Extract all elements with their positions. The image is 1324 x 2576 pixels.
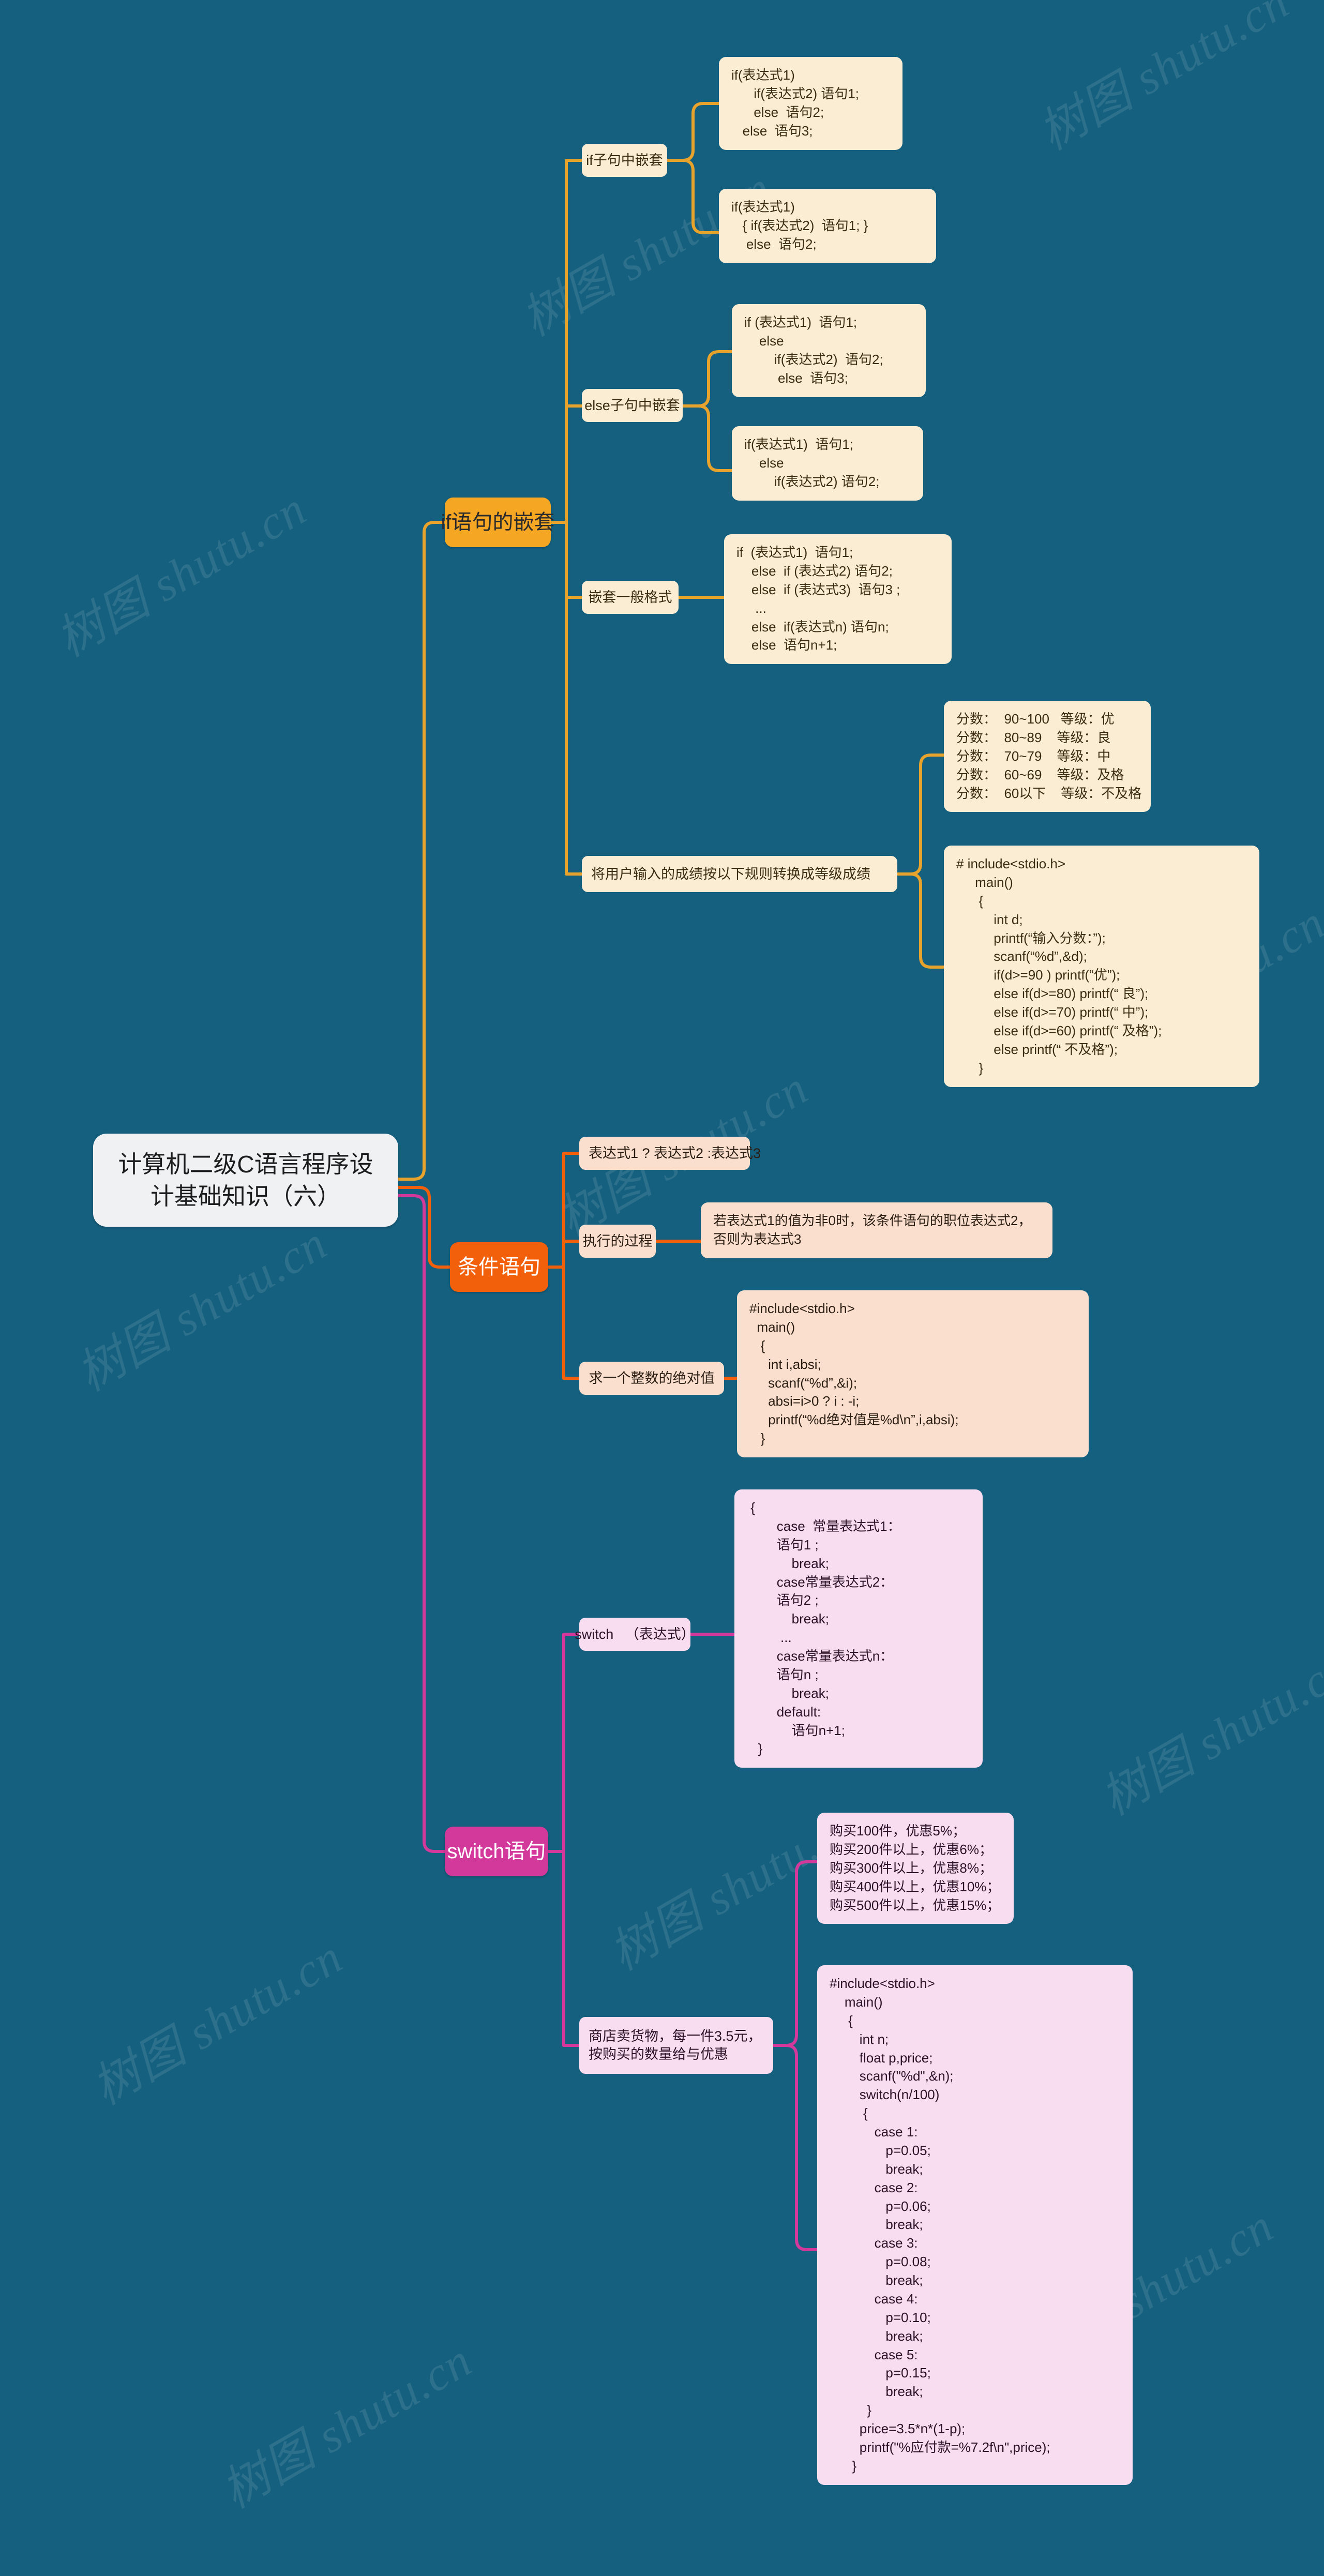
link-root-if [397, 521, 446, 1181]
leaf-discount-table-text: 购买100件，优惠5%； 购买200件以上，优惠6%； 购买300件以上，优惠8… [830, 1823, 1000, 1913]
link-elseclause-leaf2 [681, 404, 733, 472]
node-else-clause-nesting-label: else子句中嵌套 [584, 397, 680, 413]
branch-if-nesting[interactable]: if语句的嵌套 [441, 498, 555, 547]
node-cond-execution-process[interactable]: 执行的过程 [579, 1225, 656, 1258]
leaf-discount-code[interactable]: #include<stdio.h> main() { int n; float … [817, 1965, 1133, 2485]
node-switch-syntax-label: switch （表达式） [575, 1626, 695, 1642]
leaf-if-nest-code-2[interactable]: if(表达式1) { if(表达式2) 语句1; } else 语句2; [719, 189, 936, 263]
node-if-clause-nesting-label: if子句中嵌套 [586, 152, 663, 168]
leaf-nesting-general-code[interactable]: if (表达式1) 语句1; else if (表达式2) 语句2; else … [724, 534, 952, 665]
leaf-cond-exec-desc-text: 若表达式1的值为非0时，该条件语句的职位表达式2，否则为表达式3 [713, 1213, 1032, 1247]
branch-switch-statement[interactable]: switch语句 [445, 1827, 548, 1876]
link-ifclause-leaf2 [666, 159, 720, 234]
leaf-discount-code-text: #include<stdio.h> main() { int n; float … [830, 1976, 1050, 2474]
node-cond-abs-value-label: 求一个整数的绝对值 [589, 1370, 715, 1386]
leaf-else-nest-code-2[interactable]: if(表达式1) 语句1; else if(表达式2) 语句2; [732, 426, 923, 501]
node-grade-conversion[interactable]: 将用户输入的成绩按以下规则转换成等级成绩 [582, 856, 897, 892]
leaf-if-nest-code-2-text: if(表达式1) { if(表达式2) 语句1; } else 语句2; [731, 199, 868, 252]
root-node[interactable]: 计算机二级C语言程序设 计基础知识（六） [93, 1134, 398, 1227]
leaf-switch-syntax-code[interactable]: { case 常量表达式1： 语句1 ; break; case常量表达式2： … [734, 1489, 983, 1768]
link-shop-table [772, 1860, 819, 2047]
node-cond-abs-value[interactable]: 求一个整数的绝对值 [579, 1362, 724, 1395]
node-cond-expression-form[interactable]: 表达式1 ? 表达式2 :表达式3 [579, 1137, 761, 1170]
link-elseclause-leaf1 [681, 350, 733, 408]
watermark: 树图 shutu.cn [68, 1216, 336, 1402]
branch-if-nesting-label: if语句的嵌套 [441, 511, 555, 534]
node-cond-execution-process-label: 执行的过程 [582, 1233, 653, 1249]
watermark: 树图 shutu.cn [48, 481, 315, 667]
leaf-grade-table-text: 分数： 90~100 等级：优 分数： 80~89 等级：良 分数： 70~79… [956, 711, 1142, 801]
link-ifclause-leaf1 [666, 102, 720, 162]
link-root-switch [397, 1194, 446, 1853]
leaf-else-nest-code-1-text: if (表达式1) 语句1; else if(表达式2) 语句2; else 语… [744, 314, 883, 386]
leaf-abs-code-text: #include<stdio.h> main() { int i,absi; s… [749, 1301, 959, 1447]
node-shop-discount-label: 商店卖货物，每一件3.5元， 按购买的数量给与优惠 [589, 2028, 762, 2062]
node-else-clause-nesting[interactable]: else子句中嵌套 [582, 389, 683, 422]
root-title: 计算机二级C语言程序设 计基础知识（六） [118, 1151, 373, 1210]
leaf-grade-table[interactable]: 分数： 90~100 等级：优 分数： 80~89 等级：良 分数： 70~79… [944, 701, 1151, 812]
leaf-else-nest-code-1[interactable]: if (表达式1) 语句1; else if(表达式2) 语句2; else 语… [732, 304, 926, 397]
leaf-abs-code[interactable]: #include<stdio.h> main() { int i,absi; s… [737, 1290, 1089, 1457]
leaf-if-nest-code-1[interactable]: if(表达式1) if(表达式2) 语句1; else 语句2; else 语句… [719, 57, 902, 150]
node-cond-expression-form-label: 表达式1 ? 表达式2 :表达式3 [589, 1145, 761, 1161]
leaf-nesting-general-code-text: if (表达式1) 语句1; else if (表达式2) 语句2; else … [736, 545, 900, 653]
leaf-discount-table[interactable]: 购买100件，优惠5%； 购买200件以上，优惠6%； 购买300件以上，优惠8… [817, 1813, 1014, 1924]
node-switch-syntax[interactable]: switch （表达式） [575, 1618, 695, 1651]
watermark: 树图 shutu.cn [1030, 0, 1298, 160]
node-nesting-general-form[interactable]: 嵌套一般格式 [582, 581, 679, 614]
link-grade-code [896, 872, 945, 969]
branch-conditional-statement-label: 条件语句 [458, 1256, 540, 1278]
link-root-cond [397, 1186, 452, 1269]
node-if-clause-nesting[interactable]: if子句中嵌套 [582, 144, 667, 177]
link-shop-code [772, 2044, 819, 2251]
watermark: 树图 shutu.cn [1092, 1640, 1324, 1826]
node-shop-discount[interactable]: 商店卖货物，每一件3.5元， 按购买的数量给与优惠 [579, 2017, 773, 2074]
branch-conditional-statement[interactable]: 条件语句 [450, 1242, 548, 1292]
watermark: 树图 shutu.cn [84, 1930, 352, 2115]
node-grade-conversion-label: 将用户输入的成绩按以下规则转换成等级成绩 [591, 866, 870, 882]
mindmap-canvas: 树图 shutu.cn 树图 shutu.cn 树图 shutu.cn 树图 s… [0, 0, 1324, 2576]
branch-switch-statement-label: switch语句 [447, 1840, 546, 1863]
leaf-else-nest-code-2-text: if(表达式1) 语句1; else if(表达式2) 语句2; [744, 436, 880, 489]
leaf-switch-syntax-code-text: { case 常量表达式1： 语句1 ; break; case常量表达式2： … [750, 1500, 901, 1757]
link-grade-table [896, 754, 945, 876]
leaf-cond-exec-desc[interactable]: 若表达式1的值为非0时，该条件语句的职位表达式2，否则为表达式3 [701, 1202, 1052, 1258]
leaf-grade-code-text: # include<stdio.h> main() { int d; print… [956, 856, 1162, 1076]
node-nesting-general-form-label: 嵌套一般格式 [588, 589, 672, 605]
leaf-grade-code[interactable]: # include<stdio.h> main() { int d; print… [944, 846, 1259, 1087]
leaf-if-nest-code-1-text: if(表达式1) if(表达式2) 语句1; else 语句2; else 语句… [731, 67, 860, 139]
watermark: 树图 shutu.cn [213, 2333, 481, 2519]
